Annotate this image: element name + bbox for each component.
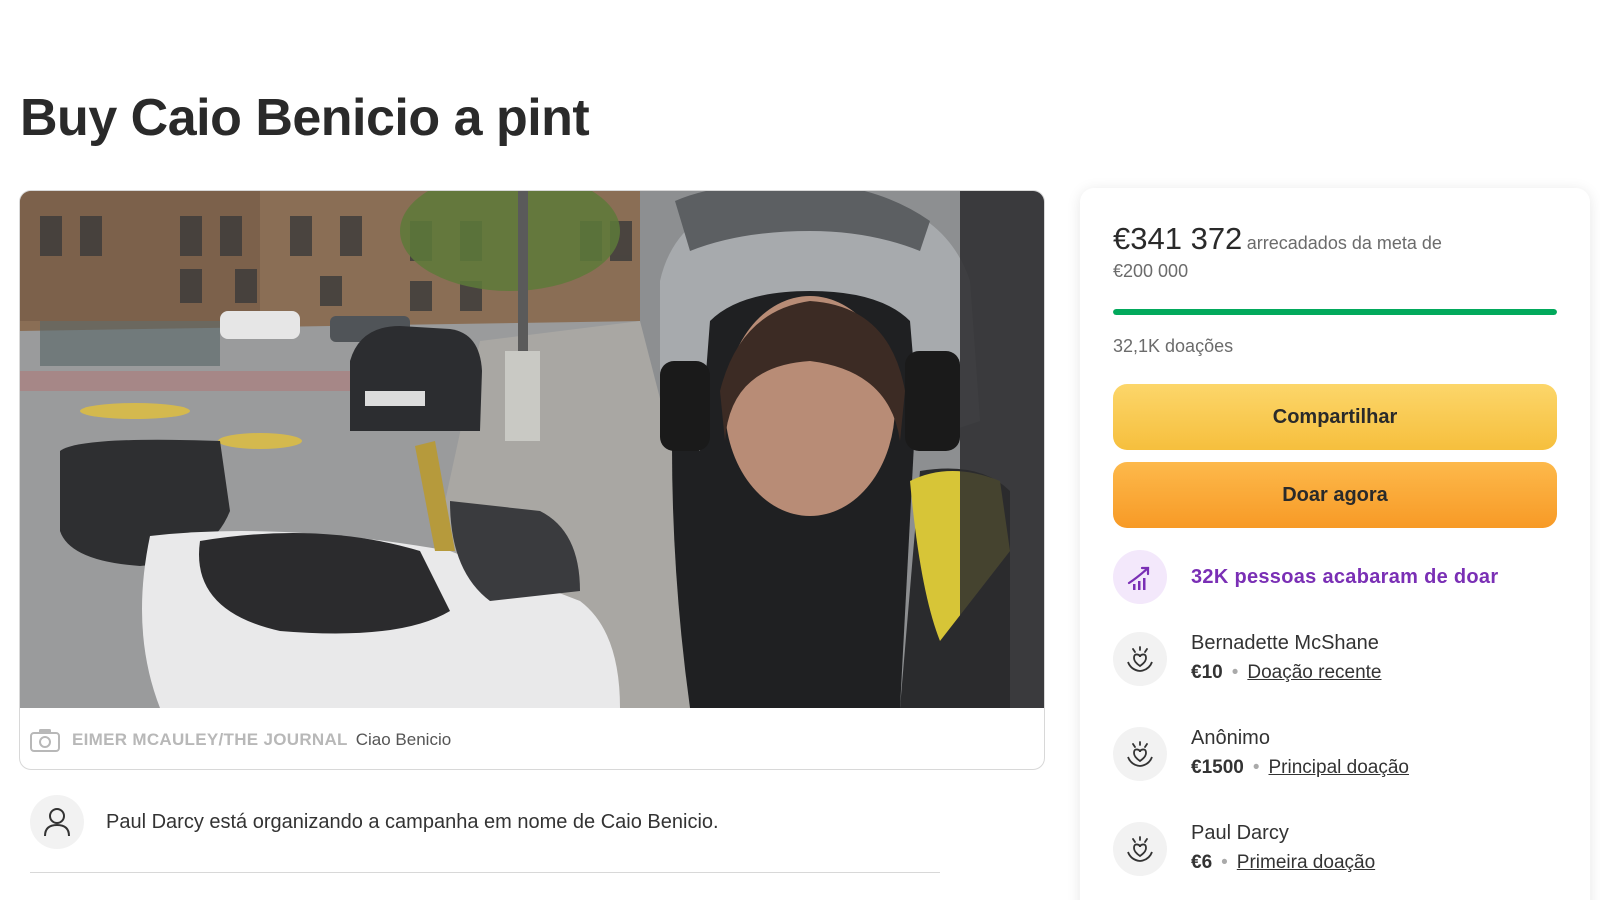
donation-hands-icon <box>1113 727 1167 781</box>
donor-item: Anônimo €1500 • Principal doação <box>1113 723 1409 783</box>
raised-amount: €341 372 <box>1113 221 1243 256</box>
divider <box>30 872 940 873</box>
donations-count: 32,1K doações <box>1113 336 1234 356</box>
campaign-title: Buy Caio Benicio a pint <box>20 89 590 147</box>
separator-dot: • <box>1252 757 1260 778</box>
organizer-text: Paul Darcy está organizando a campanha e… <box>106 810 719 833</box>
camera-icon <box>30 728 60 752</box>
separator-dot: • <box>1231 662 1239 683</box>
goal-amount: €200 000 <box>1113 261 1189 281</box>
donor-tag-link[interactable]: Doação recente <box>1247 662 1381 683</box>
donation-hands-icon <box>1113 822 1167 876</box>
goal-label: arrecadados da meta de <box>1246 233 1442 253</box>
donor-tag-link[interactable]: Principal doação <box>1269 757 1409 778</box>
trend-text: 32K pessoas acabaram de doar <box>1191 565 1499 588</box>
trend-up-icon <box>1113 550 1167 604</box>
donor-item: Paul Darcy €6 • Primeira doação <box>1113 818 1375 878</box>
separator-dot: • <box>1221 852 1228 873</box>
donation-hands-icon <box>1113 632 1167 686</box>
progress-bar <box>1113 309 1557 315</box>
donor-amount: €10 <box>1191 662 1223 683</box>
amount-raised: €341 372 arrecadados da meta de €200 000 <box>1113 221 1553 282</box>
campaign-photo[interactable] <box>20 191 1044 708</box>
caption-text: Ciao Benicio <box>355 729 452 749</box>
donor-name: Bernadette McShane <box>1191 632 1379 654</box>
donation-panel: €341 372 arrecadados da meta de €200 000… <box>1080 188 1590 900</box>
donor-tag-link[interactable]: Primeira doação <box>1237 852 1375 873</box>
donor-amount: €1500 <box>1191 757 1244 778</box>
donor-amount: €6 <box>1191 852 1213 873</box>
donor-item: Bernadette McShane €10 • Doação recente <box>1113 628 1382 688</box>
campaign-media: EIMER MCAULEY/THE JOURNAL Ciao Benicio <box>19 190 1045 770</box>
organizer-row: Paul Darcy está organizando a campanha e… <box>30 795 719 849</box>
progress-fill <box>1113 309 1557 315</box>
donor-name: Anônimo <box>1191 727 1270 749</box>
donate-now-button[interactable]: Doar agora <box>1113 462 1557 528</box>
trend-banner: 32K pessoas acabaram de doar <box>1113 550 1498 604</box>
photo-credit: EIMER MCAULEY/THE JOURNAL <box>72 729 348 749</box>
user-icon <box>30 795 84 849</box>
donor-name: Paul Darcy <box>1191 822 1289 844</box>
photo-caption: EIMER MCAULEY/THE JOURNAL Ciao Benicio <box>20 708 1044 769</box>
share-button[interactable]: Compartilhar <box>1113 384 1557 450</box>
